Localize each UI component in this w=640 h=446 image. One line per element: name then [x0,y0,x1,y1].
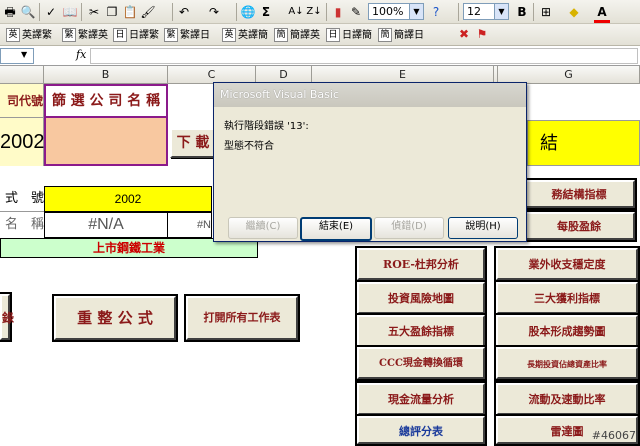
function-icon[interactable]: fx [76,48,86,61]
translate-options-icon[interactable]: ⚑ [474,26,490,42]
translate-jp-to-simp-button[interactable]: 日日譯簡 [326,27,372,44]
result-cell[interactable]: 結 [527,120,640,166]
name-box[interactable]: ▼ [0,48,34,64]
cash-flow-button[interactable]: 現金流量分析 [357,383,485,415]
print-preview-icon[interactable]: 🔍 [20,4,36,20]
format-painter-icon[interactable]: 🖌 [140,4,156,20]
dialog-title[interactable]: Microsoft Visual Basic [214,83,526,107]
cell-b-name[interactable]: #N/A [44,212,168,238]
font-size-select[interactable]: 12 ▼ [463,3,509,20]
translate-trad-to-en-button[interactable]: 繁繁譯英 [62,27,108,44]
translate-trad-to-jp-button[interactable]: 繁繁譯日 [164,27,210,44]
cell-a-header[interactable]: 司代號 [0,84,44,118]
print-icon[interactable]: 🖶 [2,4,18,20]
translation-toolbar: 英英譯繁 繁繁譯英 日日譯繁 繁繁譯日 英英譯簡 簡簡譯英 日日譯簡 簡簡譯日 … [0,24,640,46]
fill-color-icon[interactable]: ◆ [566,4,582,20]
standard-toolbar: 🖶 🔍 ✓ 📖 ✂ ❐ 📋 🖌 ↶ ↷ 🌐 Σ A↓ Z↓ ▮ ✎ 100% ▼… [0,0,640,24]
error-detail: 型態不符合 [224,141,274,152]
bold-button[interactable]: B [514,4,530,20]
cell-a-code[interactable]: 2002 [0,118,45,166]
open-all-frame: 打開所有工作表 [184,294,300,342]
help-button[interactable]: 說明(H) [448,217,518,239]
chevron-down-icon[interactable]: ▼ [409,4,423,19]
ccc-cycle-button[interactable]: CCC現金轉換循環 [357,347,485,379]
research-icon[interactable]: 📖 [62,4,78,20]
left-button-frame: 錄 [0,292,14,342]
paste-icon[interactable]: 📋 [122,4,138,20]
cell-b-code[interactable] [44,118,168,166]
chart-wizard-icon[interactable]: ▮ [330,4,346,20]
cut-icon[interactable]: ✂ [86,4,102,20]
cell-b-header[interactable]: 篩 選 公 司 名 稱 [44,84,168,118]
debug-button[interactable]: 偵錯(D) [374,217,444,239]
borders-icon[interactable]: ⊞ [538,4,554,20]
translate-jp-to-trad-button[interactable]: 日日譯繁 [113,27,159,44]
zoom-select[interactable]: 100% ▼ [368,3,424,20]
formula-input[interactable] [90,48,638,64]
column-header-a[interactable] [0,66,44,84]
five-earnings-button[interactable]: 五大盈餘指標 [357,315,485,347]
undo-icon[interactable]: ↶ [176,4,192,20]
chevron-down-icon[interactable]: ▼ [21,50,27,59]
reset-button-frame: 重 整 公 式 [52,294,178,342]
font-color-button[interactable]: A [594,4,610,23]
translate-simp-to-jp-button[interactable]: 簡簡譯日 [378,27,424,44]
watermark: #46067 [591,429,636,442]
open-all-sheets-button[interactable]: 打開所有工作表 [186,296,298,340]
current-quick-ratio-button[interactable]: 流動及速動比率 [496,383,638,415]
roe-dupont-button[interactable]: ROE-杜邦分析 [357,248,485,280]
translate-en-to-trad-button[interactable]: 英英譯繁 [6,27,52,44]
translate-en-to-simp-button[interactable]: 英英譯簡 [222,27,268,44]
redo-icon[interactable]: ↷ [206,4,222,20]
translate-simp-to-en-button[interactable]: 簡簡譯英 [274,27,320,44]
cell-a-style[interactable]: 式 號 [0,186,44,212]
download-button[interactable]: 下 載 [170,128,216,158]
copy-icon[interactable]: ❐ [104,4,120,20]
autosum-icon[interactable]: Σ [258,4,274,20]
cell-a-name[interactable]: 名 稱 [0,212,44,238]
vba-error-dialog: Microsoft Visual Basic 執行階段錯誤 '13': 型態不符… [213,82,527,242]
capital-trend-button[interactable]: 股本形成趨勢圖 [496,315,638,347]
cell-b-style[interactable]: 2002 [44,186,212,212]
hyperlink-icon[interactable]: 🌐 [240,4,256,20]
cell-c-name[interactable]: #N [168,212,212,238]
column-header-b[interactable]: B [44,66,168,84]
total-score-button[interactable]: 總評分表 [357,416,485,444]
continue-button[interactable]: 繼續(C) [228,217,298,239]
reset-formula-button[interactable]: 重 整 公 式 [54,296,176,340]
eps-button[interactable]: 每股盈餘 [523,212,635,240]
sort-ascending-icon[interactable]: A↓ [288,4,304,20]
help-icon[interactable]: ? [428,4,444,20]
investment-risk-map-button[interactable]: 投資風險地圖 [357,282,485,314]
sort-descending-icon[interactable]: Z↓ [306,4,322,20]
spell-check-icon[interactable]: ✓ [43,4,59,20]
financial-structure-button[interactable]: 務結構指標 [523,180,635,208]
error-message: 執行階段錯誤 '13': [224,121,309,132]
drawing-icon[interactable]: ✎ [348,4,364,20]
chevron-down-icon[interactable]: ▼ [494,4,508,19]
end-button[interactable]: 結束(E) [300,217,372,241]
long-term-investment-button[interactable]: 長期投資佔總資產比率 [496,347,638,379]
non-operating-stability-button[interactable]: 業外收支穩定度 [496,248,638,280]
left-partial-button[interactable]: 錄 [0,294,14,340]
three-profit-button[interactable]: 三大獲利指標 [496,282,638,314]
translate-icon[interactable]: ✖ [456,26,472,42]
